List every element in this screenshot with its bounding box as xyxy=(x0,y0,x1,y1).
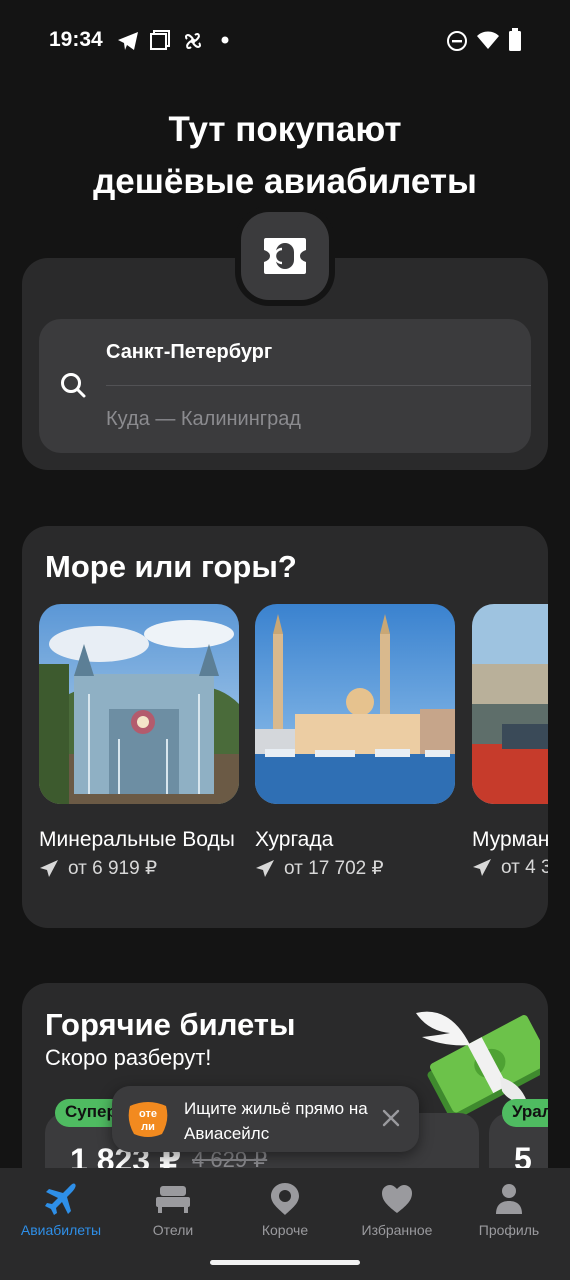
logo-text-top: оте xyxy=(139,1108,157,1120)
destination-price-label: от 17 702 ₽ xyxy=(284,858,384,879)
destination-item[interactable]: Мурманск от 4 3 xyxy=(472,604,548,879)
toast-text: Ищите жильё прямо на Авиасейлс xyxy=(184,1099,368,1143)
destination-name: Минеральные Воды xyxy=(39,828,235,851)
destination-item[interactable]: Минеральные Воды от 6 919 ₽ xyxy=(39,604,239,880)
destination-image xyxy=(472,604,548,804)
plane-icon xyxy=(256,859,274,877)
close-icon[interactable] xyxy=(381,1108,401,1128)
search-divider xyxy=(106,385,531,386)
destination-name: Мурманск xyxy=(472,828,548,851)
destinations-title: Море или горы? xyxy=(45,549,297,584)
tab-flights[interactable]: Авиабилеты xyxy=(4,1182,118,1238)
battery-icon xyxy=(509,28,521,51)
tab-label: Отели xyxy=(152,1222,194,1238)
tab-label: Короче xyxy=(261,1222,309,1238)
search-icon xyxy=(61,373,86,398)
destination-price: от 17 702 ₽ xyxy=(255,857,455,880)
destination-name: Хургада xyxy=(255,828,334,851)
notification-dot-icon xyxy=(221,36,229,44)
hero-title-line1: Тут покупают xyxy=(168,110,402,149)
destination-image xyxy=(255,604,455,804)
tab-hotels[interactable]: Отели xyxy=(116,1182,230,1238)
window-icon xyxy=(150,30,170,50)
fan-icon xyxy=(184,32,202,50)
bed-icon xyxy=(156,1186,190,1213)
hotels-promo-toast[interactable]: оте ли Ищите жильё прямо на Авиасейлс xyxy=(112,1086,419,1152)
ticket-tag: Урал xyxy=(502,1099,548,1127)
tab-koroche[interactable]: Короче xyxy=(228,1182,342,1238)
tab-label: Авиабилеты xyxy=(20,1222,102,1238)
tab-profile[interactable]: Профиль xyxy=(452,1182,566,1238)
status-bar: 19:34 xyxy=(0,0,570,82)
destination-price-label: от 6 919 ₽ xyxy=(68,858,158,879)
plane-icon xyxy=(45,1183,76,1215)
dnd-icon xyxy=(447,31,467,51)
destination-price-label: от 4 3 xyxy=(501,857,548,878)
ticket-badge xyxy=(235,206,335,306)
destinations-card: Море или горы? Минеральные Воды от 6 919… xyxy=(22,526,548,928)
tab-favorites[interactable]: Избранное xyxy=(340,1182,454,1238)
plane-icon xyxy=(473,859,491,876)
hot-tickets-subtitle: Скоро разберут! xyxy=(45,1045,212,1070)
status-time: 19:34 xyxy=(49,28,103,51)
destination-field[interactable]: Куда — Калининград xyxy=(106,408,301,431)
hero-title: Тут покупают дешёвые авиабилеты xyxy=(0,104,570,208)
plane-icon xyxy=(40,859,58,877)
tab-label: Избранное xyxy=(361,1222,433,1238)
destination-image xyxy=(39,604,239,804)
wifi-icon xyxy=(477,31,499,49)
destination-item[interactable]: Хургада от 17 702 ₽ xyxy=(255,604,455,880)
logo-text-bottom: ли xyxy=(141,1121,155,1133)
hot-tickets-title: Горячие билеты xyxy=(45,1007,296,1042)
telegram-icon xyxy=(118,32,138,50)
home-indicator xyxy=(210,1260,360,1265)
destination-price: от 4 3 xyxy=(472,857,548,879)
ostrovok-logo-icon: оте ли xyxy=(128,1102,168,1137)
person-icon xyxy=(496,1184,522,1214)
tab-label: Профиль xyxy=(478,1222,540,1238)
pin-icon xyxy=(271,1183,299,1215)
search-box[interactable]: Санкт-Петербург Куда — Калининград xyxy=(39,319,531,453)
heart-icon xyxy=(382,1185,412,1213)
origin-field[interactable]: Санкт-Петербург xyxy=(106,341,272,364)
destination-price: от 6 919 ₽ xyxy=(39,857,239,880)
hero-title-line2: дешёвые авиабилеты xyxy=(93,162,477,201)
ticket-icon xyxy=(264,238,306,274)
